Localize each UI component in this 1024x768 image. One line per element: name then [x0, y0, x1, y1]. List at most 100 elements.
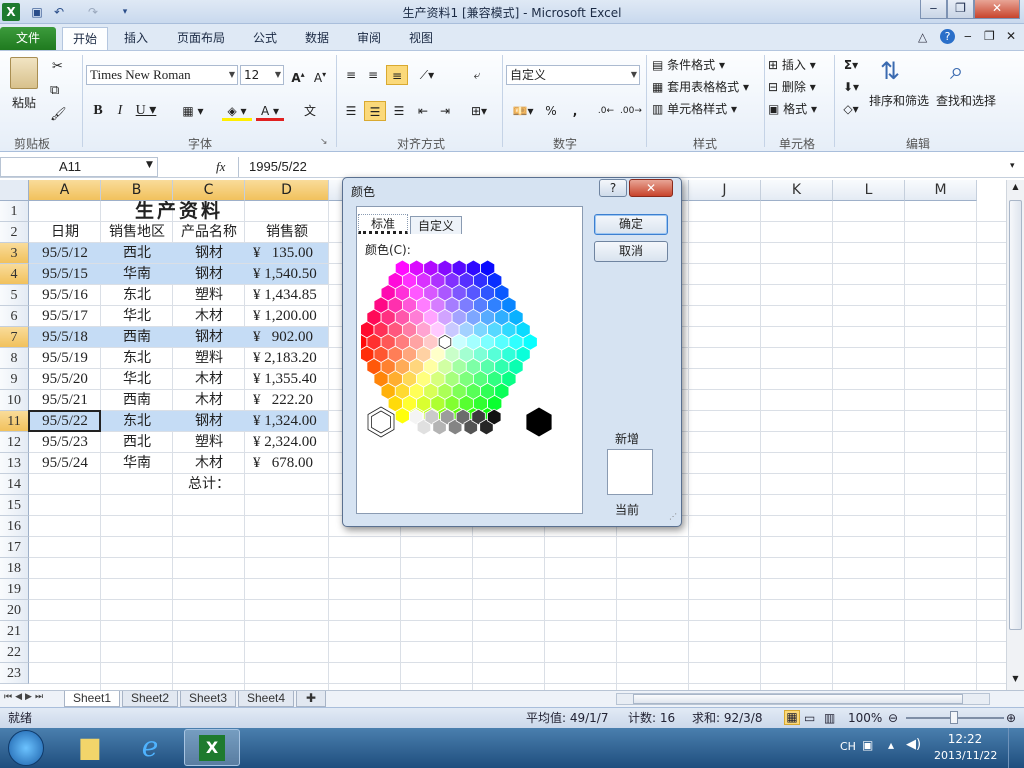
align-right-icon[interactable]: ☰: [390, 101, 408, 121]
copy-icon[interactable]: ⧉: [50, 83, 59, 98]
internet-explorer-icon[interactable]: e: [130, 730, 170, 764]
number-format-combo[interactable]: 自定义 ▼: [506, 65, 640, 85]
header-cell[interactable]: 销售额: [245, 222, 329, 243]
row-header[interactable]: 21: [0, 621, 29, 642]
row-header[interactable]: 18: [0, 558, 29, 579]
tab-formulas[interactable]: 公式: [244, 27, 286, 50]
data-cell[interactable]: ¥ 1,324.00: [245, 411, 329, 432]
accounting-format-icon[interactable]: 💴▾: [508, 101, 538, 121]
sheet-tab-3[interactable]: Sheet3: [180, 691, 236, 707]
row-header[interactable]: 16: [0, 516, 29, 537]
data-cell[interactable]: 塑料: [173, 432, 245, 453]
data-cell[interactable]: 塑料: [173, 348, 245, 369]
cancel-button[interactable]: 取消: [594, 241, 668, 262]
font-name-combo[interactable]: Times New Roman ▼: [86, 65, 238, 85]
column-header[interactable]: M: [905, 180, 977, 201]
font-size-combo[interactable]: 12 ▼: [240, 65, 284, 85]
data-cell[interactable]: 西南: [101, 390, 173, 411]
volume-icon[interactable]: ◀): [906, 737, 921, 752]
tab-page-layout[interactable]: 页面布局: [170, 27, 232, 50]
sheet-tab-1[interactable]: Sheet1: [64, 691, 120, 707]
row-header[interactable]: 20: [0, 600, 29, 621]
tab-insert[interactable]: 插入: [114, 27, 158, 50]
data-cell[interactable]: 木材: [173, 390, 245, 411]
column-header[interactable]: B: [101, 180, 173, 201]
data-cell[interactable]: 塑料: [173, 285, 245, 306]
find-select-icon[interactable]: ⌕: [950, 57, 963, 85]
format-as-table-button[interactable]: ▦ 套用表格格式 ▾: [652, 77, 762, 97]
conditional-format-button[interactable]: ▤ 条件格式 ▾: [652, 55, 762, 75]
scroll-up-icon[interactable]: ▲: [1008, 182, 1023, 197]
data-cell[interactable]: 95/5/24: [29, 453, 101, 474]
data-cell[interactable]: ¥ 1,434.85: [245, 285, 329, 306]
insert-function-button[interactable]: fx: [216, 159, 225, 175]
row-header[interactable]: 22: [0, 642, 29, 663]
decrease-indent-icon[interactable]: ⇤: [414, 101, 432, 121]
column-header[interactable]: C: [173, 180, 245, 201]
total-label-cell[interactable]: 总计：: [173, 474, 245, 495]
row-header[interactable]: 3: [0, 243, 29, 264]
vertical-scrollbar[interactable]: ▲ ▼: [1006, 180, 1024, 690]
percent-style-button[interactable]: %: [542, 101, 560, 121]
align-bottom-icon[interactable]: ≡: [386, 65, 408, 85]
resize-grip-icon[interactable]: ⋰: [669, 512, 677, 521]
data-cell[interactable]: 东北: [101, 285, 173, 306]
row-header[interactable]: 14: [0, 474, 29, 495]
tab-file[interactable]: 文件: [0, 27, 56, 50]
border-icon[interactable]: ▦ ▾: [178, 101, 208, 121]
data-cell[interactable]: 木材: [173, 369, 245, 390]
tab-custom[interactable]: 自定义: [410, 216, 462, 234]
page-break-view-icon[interactable]: ▥: [824, 708, 835, 728]
row-header[interactable]: 2: [0, 222, 29, 243]
show-desktop-button[interactable]: [1008, 728, 1024, 768]
restore-button[interactable]: ❐: [947, 0, 974, 19]
expand-formula-icon[interactable]: ▾: [1010, 161, 1015, 171]
underline-icon[interactable]: U ▾: [134, 101, 158, 121]
find-select-button[interactable]: 查找和选择: [932, 91, 1000, 111]
normal-view-icon[interactable]: ▦: [784, 710, 800, 725]
sort-filter-icon[interactable]: ⇅: [880, 57, 900, 85]
tab-standard[interactable]: 标准: [358, 214, 408, 234]
data-cell[interactable]: 华北: [101, 369, 173, 390]
data-cell[interactable]: 西北: [101, 432, 173, 453]
fill-icon[interactable]: ⬇▾: [840, 77, 862, 97]
zoom-level[interactable]: 100%: [848, 708, 882, 728]
tab-home[interactable]: 开始: [62, 27, 108, 50]
decrease-decimal-icon[interactable]: .00→: [620, 101, 642, 121]
data-cell[interactable]: 95/5/12: [29, 243, 101, 264]
paste-icon[interactable]: [10, 57, 38, 89]
row-header[interactable]: 13: [0, 453, 29, 474]
data-cell[interactable]: 95/5/23: [29, 432, 101, 453]
dialog-launcher-icon[interactable]: ↘: [320, 137, 328, 147]
data-cell[interactable]: 钢材: [173, 327, 245, 348]
tab-data[interactable]: 数据: [296, 27, 338, 50]
data-cell[interactable]: 华南: [101, 264, 173, 285]
select-all-corner[interactable]: [0, 180, 29, 201]
comma-style-button[interactable]: ,: [566, 101, 584, 121]
data-cell[interactable]: 木材: [173, 306, 245, 327]
row-header[interactable]: 12: [0, 432, 29, 453]
sheet-tab-2[interactable]: Sheet2: [122, 691, 178, 707]
data-cell[interactable]: ¥ 1,200.00: [245, 306, 329, 327]
wb-minimize-icon[interactable]: ‒: [964, 29, 972, 43]
font-color-icon[interactable]: A ▾: [256, 101, 284, 121]
data-cell[interactable]: 95/5/19: [29, 348, 101, 369]
insert-sheet-icon[interactable]: ✚: [296, 691, 326, 707]
formula-input[interactable]: 1995/5/22: [238, 157, 1008, 177]
row-header[interactable]: 23: [0, 663, 29, 684]
clear-icon[interactable]: ◇▾: [840, 99, 862, 119]
align-top-icon[interactable]: ≡: [342, 65, 360, 85]
autosum-icon[interactable]: Σ▾: [840, 55, 862, 75]
row-header[interactable]: 7: [0, 327, 29, 348]
row-header[interactable]: 4: [0, 264, 29, 285]
data-cell[interactable]: 95/5/16: [29, 285, 101, 306]
bold-icon[interactable]: B: [90, 101, 106, 121]
row-header[interactable]: 11: [0, 411, 29, 432]
data-cell[interactable]: 95/5/17: [29, 306, 101, 327]
data-cell[interactable]: ¥ 222.20: [245, 390, 329, 411]
tray-arrow-icon[interactable]: ▴: [888, 738, 894, 752]
data-cell[interactable]: 木材: [173, 453, 245, 474]
column-header[interactable]: J: [689, 180, 761, 201]
dialog-close-button[interactable]: ✕: [629, 179, 673, 197]
data-cell[interactable]: ¥ 1,540.50: [245, 264, 329, 285]
